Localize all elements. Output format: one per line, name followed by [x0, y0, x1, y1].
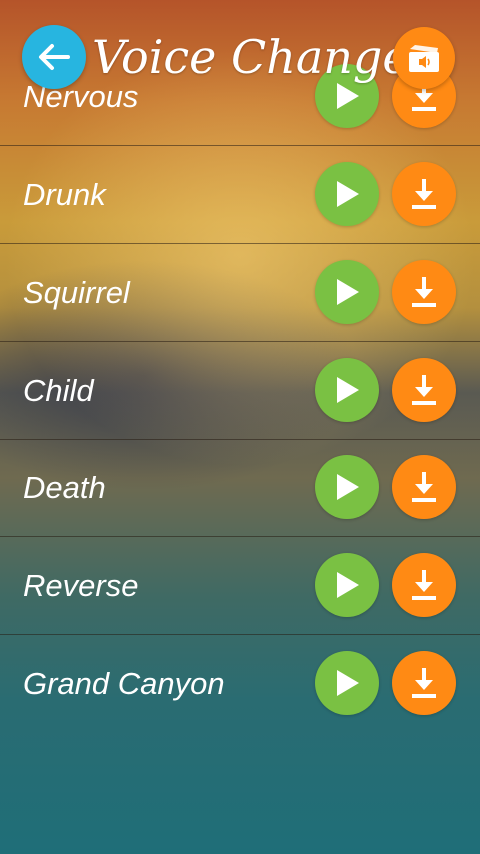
arrow-left-icon [39, 44, 70, 70]
play-button[interactable] [315, 358, 379, 422]
play-button[interactable] [315, 651, 379, 715]
list-item: Grand Canyon [0, 635, 480, 732]
download-button[interactable] [392, 553, 456, 617]
effect-label: Child [23, 373, 94, 408]
app-header: Voice Changer [0, 0, 480, 118]
effect-label: Death [23, 470, 106, 505]
download-button[interactable] [392, 162, 456, 226]
download-button[interactable] [392, 358, 456, 422]
effect-label: Drunk [23, 177, 106, 212]
play-icon [337, 279, 359, 305]
download-button[interactable] [392, 651, 456, 715]
list-item: Child [0, 342, 480, 440]
play-icon [337, 474, 359, 500]
effect-label: Squirrel [23, 275, 130, 310]
download-button[interactable] [392, 455, 456, 519]
download-icon [412, 277, 436, 307]
play-button[interactable] [315, 553, 379, 617]
list-item: Drunk [0, 146, 480, 244]
list-item: Squirrel [0, 244, 480, 342]
play-icon [337, 377, 359, 403]
download-icon [412, 472, 436, 502]
play-button[interactable] [315, 162, 379, 226]
play-icon [337, 670, 359, 696]
play-icon [337, 572, 359, 598]
download-button[interactable] [392, 260, 456, 324]
back-button[interactable] [22, 25, 86, 89]
download-icon [412, 375, 436, 405]
effect-label: Grand Canyon [23, 666, 225, 701]
play-button[interactable] [315, 260, 379, 324]
effects-list: Nervous Drunk Squirrel Child Death Rever… [0, 64, 480, 854]
list-item: Reverse [0, 537, 480, 635]
download-icon [412, 570, 436, 600]
download-icon [412, 668, 436, 698]
sound-folder-button[interactable] [393, 27, 455, 89]
download-icon [412, 179, 436, 209]
sound-folder-icon [409, 45, 439, 72]
page-title: Voice Changer [92, 30, 432, 84]
effect-label: Reverse [23, 568, 139, 603]
play-icon [337, 181, 359, 207]
list-item: Death [0, 439, 480, 537]
play-button[interactable] [315, 455, 379, 519]
